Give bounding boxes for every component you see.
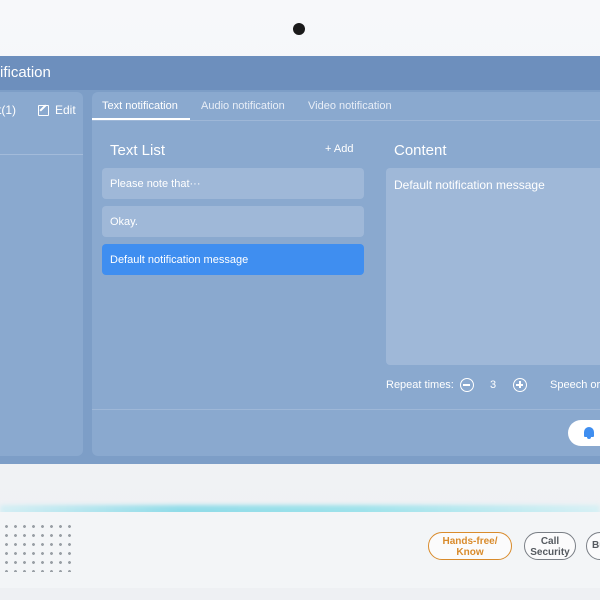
page-title: ification — [0, 64, 51, 81]
speaker-grille — [2, 522, 72, 572]
screen: ification t(1) Edit Text notification Au… — [0, 56, 600, 464]
notify-button[interactable] — [568, 420, 600, 446]
left-panel: t(1) Edit — [0, 92, 83, 456]
hands-free-label-line2: Know — [456, 547, 484, 558]
add-button[interactable]: + Add — [325, 143, 353, 155]
device-frame: ification t(1) Edit Text notification Au… — [0, 0, 600, 600]
plus-circle-icon[interactable] — [513, 378, 527, 392]
edit-button[interactable]: Edit — [38, 103, 76, 117]
content-title: Content — [394, 142, 447, 159]
list-item[interactable]: Please note that··· — [102, 168, 364, 199]
call-security-label-line1: Call — [540, 536, 560, 547]
edit-icon — [38, 104, 49, 116]
title-bar: ification — [0, 56, 600, 90]
list-count: t(1) — [0, 103, 16, 117]
tab-audio-notification[interactable]: Audio notification — [201, 100, 285, 112]
call-security-button[interactable]: Call Security — [524, 532, 576, 560]
repeat-value: 3 — [490, 379, 497, 391]
tab-video-notification[interactable]: Video notification — [308, 100, 392, 112]
camera-icon — [293, 23, 305, 35]
bell-icon — [584, 427, 594, 439]
tab-bar: Text notification Audio notification Vid… — [92, 92, 600, 121]
text-list-title: Text List — [110, 142, 166, 159]
active-tab-indicator — [92, 118, 190, 120]
speech-label: Speech or — [550, 379, 600, 391]
call-security-label-line2: Security — [530, 547, 570, 558]
repeat-label: Repeat times: — [386, 379, 454, 391]
partial-button-label: Bu — [592, 540, 600, 551]
list-item[interactable]: Okay. — [102, 206, 364, 237]
left-panel-header: t(1) Edit — [0, 92, 83, 155]
tab-text-notification[interactable]: Text notification — [102, 100, 178, 112]
minus-circle-icon[interactable] — [460, 378, 474, 392]
hands-free-label-line1: Hands-free/ — [442, 536, 498, 547]
list-item-selected[interactable]: Default notification message — [102, 244, 364, 275]
content-textarea[interactable]: Default notification message — [386, 168, 600, 365]
edit-label: Edit — [55, 103, 76, 117]
divider — [92, 409, 600, 410]
main-panel: Text notification Audio notification Vid… — [92, 92, 600, 456]
hands-free-button[interactable]: Hands-free/ Know — [428, 532, 512, 560]
